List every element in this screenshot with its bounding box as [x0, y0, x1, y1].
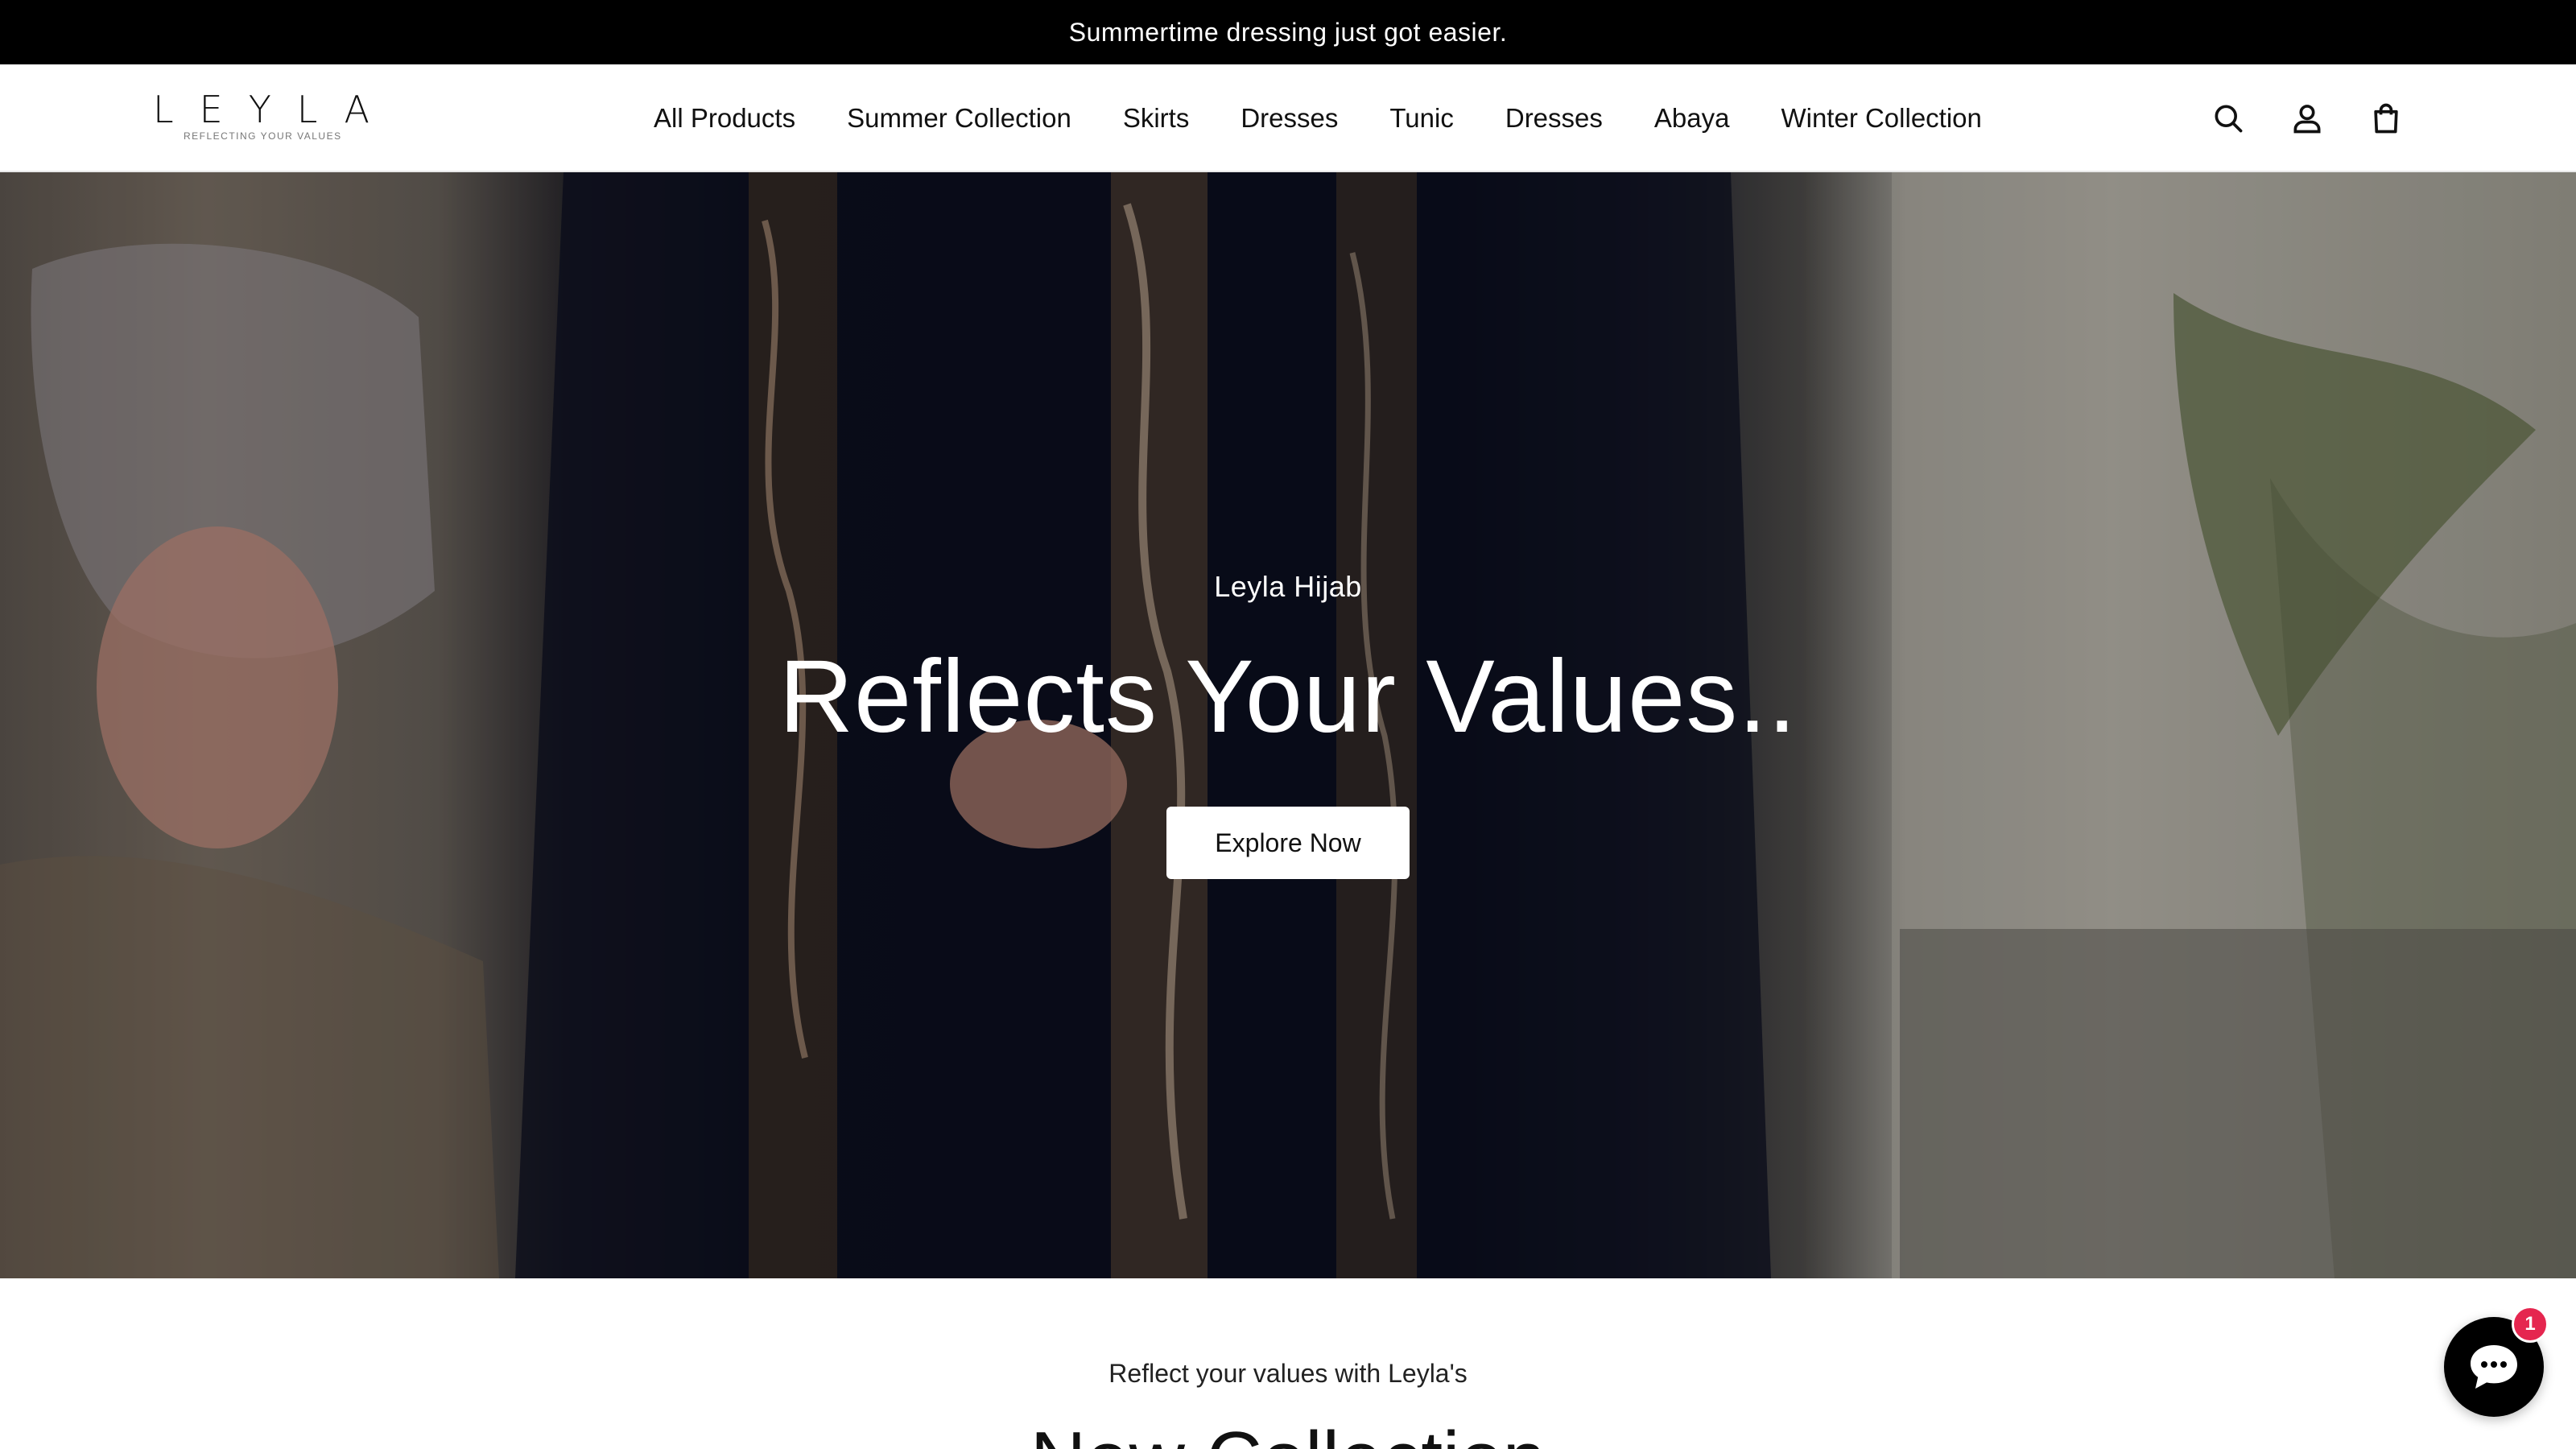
- hero-banner: Leyla Hijab Reflects Your Values.. Explo…: [0, 172, 2576, 1278]
- explore-now-button[interactable]: Explore Now: [1166, 807, 1410, 879]
- chat-bubble-icon: [2471, 1345, 2517, 1389]
- intro-title: New Collection: [0, 1415, 2576, 1449]
- hero-eyebrow: Leyla Hijab: [1214, 570, 1362, 603]
- chat-notification-badge: 1: [2512, 1306, 2549, 1343]
- user-icon[interactable]: [2286, 97, 2328, 139]
- logo-wordmark: LEYLA: [153, 88, 395, 131]
- intro-subtitle: Reflect your values with Leyla's: [1108, 1359, 1468, 1388]
- shopping-bag-icon[interactable]: [2365, 97, 2407, 139]
- nav-item-skirts[interactable]: Skirts: [1097, 103, 1216, 134]
- nav-item-winter-collection[interactable]: Winter Collection: [1755, 103, 2007, 134]
- hero-title: Reflects Your Values..: [778, 639, 1798, 754]
- announcement-text: Summertime dressing just got easier.: [1068, 17, 1508, 47]
- search-icon[interactable]: [2207, 97, 2249, 139]
- main-nav: All Products Summer Collection Skirts Dr…: [620, 64, 2008, 172]
- logo[interactable]: LEYLA REFLECTING YOUR VALUES: [153, 88, 395, 142]
- header-actions: [2207, 64, 2407, 172]
- nav-item-dresses[interactable]: Dresses: [1215, 103, 1364, 134]
- logo-tagline: REFLECTING YOUR VALUES: [184, 130, 342, 142]
- nav-item-all-products[interactable]: All Products: [620, 103, 821, 134]
- nav-item-summer-collection[interactable]: Summer Collection: [821, 103, 1097, 134]
- site-header: LEYLA REFLECTING YOUR VALUES All Product…: [0, 64, 2576, 172]
- announcement-bar: Summertime dressing just got easier.: [0, 0, 2576, 64]
- nav-item-abaya[interactable]: Abaya: [1629, 103, 1756, 134]
- nav-item-tunic[interactable]: Tunic: [1364, 103, 1479, 134]
- collection-intro: Reflect your values with Leyla's New Col…: [0, 1278, 2576, 1449]
- nav-item-dresses-2[interactable]: Dresses: [1480, 103, 1629, 134]
- hero-content: Leyla Hijab Reflects Your Values.. Explo…: [0, 172, 2576, 1278]
